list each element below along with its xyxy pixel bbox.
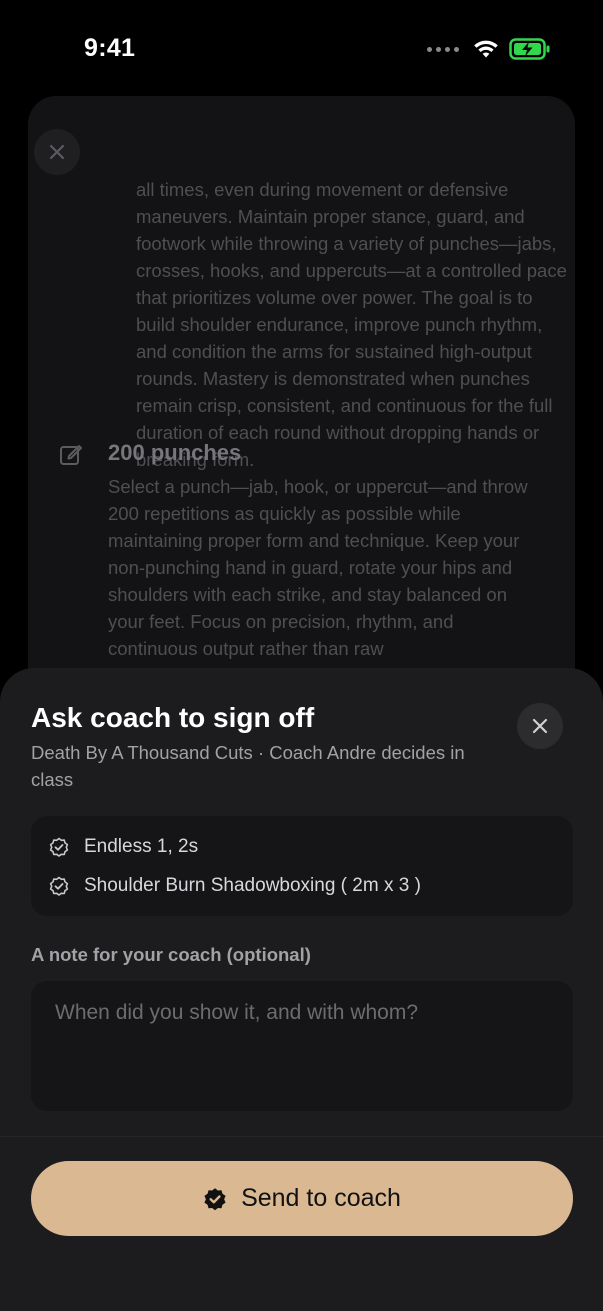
background-item-title: 200 punches — [108, 440, 242, 465]
send-to-coach-button[interactable]: Send to coach — [31, 1161, 573, 1236]
sheet-title: Ask coach to sign off — [31, 702, 315, 733]
edit-icon — [60, 445, 82, 465]
background-item-description: Select a punch—jab, hook, or uppercut—an… — [108, 476, 528, 659]
verified-badge-icon — [49, 876, 69, 896]
verified-badge-icon — [204, 1187, 226, 1210]
skills-list: Endless 1, 2s Shoulder Burn Shadowboxing… — [31, 816, 573, 916]
sheet-subtitle: Death By A Thousand Cuts · Coach Andre d… — [31, 742, 465, 790]
verified-badge-icon — [49, 837, 69, 857]
skill-item: Endless 1, 2s — [49, 836, 198, 858]
skill-label: Shoulder Burn Shadowboxing ( 2m x 3 ) — [84, 875, 421, 896]
close-icon — [532, 718, 548, 734]
divider — [0, 1136, 603, 1137]
sheet-close-button[interactable] — [517, 703, 563, 749]
send-button-label: Send to coach — [241, 1184, 401, 1212]
coach-note-input[interactable] — [31, 981, 573, 1111]
background-close-button[interactable] — [34, 129, 80, 175]
battery-charging-icon — [509, 38, 550, 60]
close-icon — [49, 144, 65, 160]
background-description: all times, even during movement or defen… — [136, 179, 567, 470]
wifi-icon — [474, 40, 498, 58]
status-time: 9:41 — [84, 34, 136, 62]
status-icons — [427, 38, 551, 60]
note-label: A note for your coach (optional) — [31, 944, 311, 965]
skill-label: Endless 1, 2s — [84, 836, 199, 857]
status-bar: 9:41 — [0, 0, 603, 96]
signal-dots-icon — [427, 46, 459, 52]
skill-item: Shoulder Burn Shadowboxing ( 2m x 3 ) — [49, 875, 421, 897]
